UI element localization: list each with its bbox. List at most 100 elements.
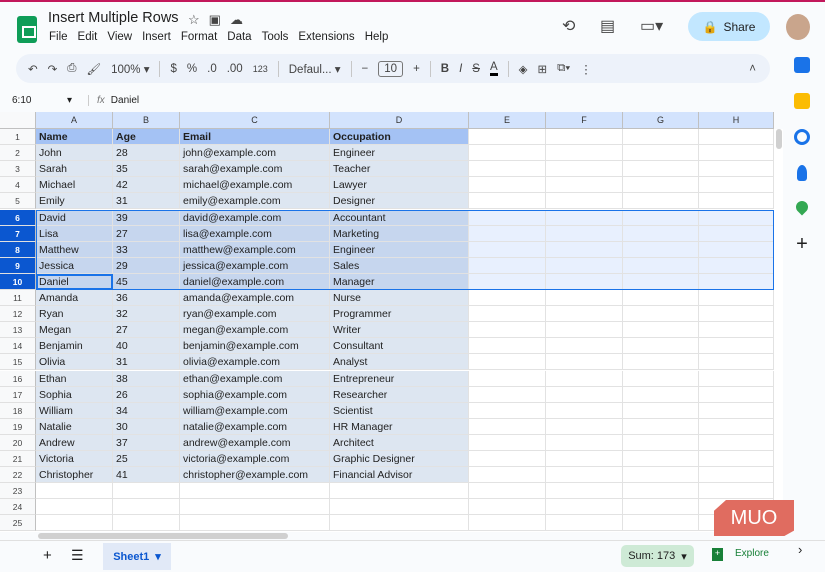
undo-icon[interactable]: ↶ [28,62,38,76]
row-header[interactable]: 15 [0,354,36,371]
cell[interactable] [546,290,623,307]
cell[interactable] [623,241,699,258]
horizontal-scrollbar[interactable] [38,533,288,539]
column-header-c[interactable]: C [180,112,330,129]
column-header-b[interactable]: B [113,112,180,129]
row-header[interactable]: 5 [0,193,36,210]
spreadsheet-grid[interactable]: A B C D E F G H 1 Name Age Email Occupation 2 John 28 jo… [0,112,774,532]
cell[interactable] [623,499,699,516]
cell[interactable]: Researcher [330,386,469,403]
menu-file[interactable]: File [49,31,68,43]
cell[interactable]: 45 [113,273,180,290]
cell[interactable] [623,515,699,532]
borders-icon[interactable]: ⊞ [538,62,548,76]
cell[interactable] [180,499,330,516]
cell[interactable] [623,177,699,194]
menu-tools[interactable]: Tools [262,31,289,43]
menu-format[interactable]: Format [181,31,217,43]
cell[interactable]: emily@example.com [180,193,330,210]
calendar-icon[interactable] [794,57,810,73]
cell[interactable]: 30 [113,418,180,435]
menu-data[interactable]: Data [227,31,251,43]
row-header[interactable]: 25 [0,515,36,532]
column-header-h[interactable]: H [699,112,774,129]
cell[interactable] [623,386,699,403]
cell[interactable] [469,354,546,371]
cell[interactable]: 33 [113,241,180,258]
column-header-g[interactable]: G [623,112,699,129]
cell[interactable] [36,483,113,500]
version-history-icon[interactable]: ⟲ [562,16,575,36]
cell[interactable]: lisa@example.com [180,225,330,242]
menu-help[interactable]: Help [365,31,389,43]
row-header[interactable]: 19 [0,418,36,435]
cell[interactable] [623,483,699,500]
cell[interactable]: John [36,145,113,162]
cell[interactable] [36,499,113,516]
cell[interactable]: 29 [113,257,180,274]
row-header[interactable]: 21 [0,451,36,468]
cell[interactable]: 27 [113,225,180,242]
menu-insert[interactable]: Insert [142,31,171,43]
header-cell[interactable] [699,129,774,146]
cell[interactable]: Olivia [36,354,113,371]
cell[interactable] [546,499,623,516]
cell[interactable]: 28 [113,145,180,162]
cell[interactable] [623,322,699,339]
cell[interactable]: andrew@example.com [180,434,330,451]
row-header[interactable]: 8 [0,241,36,258]
cell[interactable] [623,257,699,274]
cell[interactable] [469,241,546,258]
all-sheets-icon[interactable]: ☰ [71,547,84,564]
cell[interactable]: Nurse [330,290,469,307]
decrease-font-icon[interactable]: − [362,63,369,75]
cell[interactable]: 25 [113,451,180,468]
more-formats-button[interactable]: 123 [253,64,268,74]
cell[interactable]: michael@example.com [180,177,330,194]
redo-icon[interactable]: ↷ [48,62,58,76]
formula-input[interactable]: Daniel [111,95,139,106]
cell[interactable] [180,515,330,532]
cell[interactable] [546,225,623,242]
cell[interactable] [699,434,774,451]
cell[interactable] [546,467,623,484]
cell[interactable] [36,515,113,532]
name-box[interactable]: 6:10 ▾ [0,95,80,106]
cell[interactable] [546,177,623,194]
cell[interactable]: ethan@example.com [180,370,330,387]
cell[interactable]: Benjamin [36,338,113,355]
cloud-status-icon[interactable]: ☁ [230,12,252,27]
cell[interactable] [699,483,774,500]
cell[interactable]: Graphic Designer [330,451,469,468]
add-addon-icon[interactable]: + [796,233,808,256]
menu-edit[interactable]: Edit [78,31,98,43]
cell[interactable] [546,273,623,290]
sheets-logo[interactable] [17,16,37,43]
cell[interactable]: Architect [330,434,469,451]
header-cell[interactable]: Email [180,129,330,146]
cell[interactable]: Andrew [36,434,113,451]
cell[interactable]: 36 [113,290,180,307]
column-header-f[interactable]: F [546,112,623,129]
cell[interactable] [469,145,546,162]
increase-decimal-button[interactable]: .00 [227,63,243,75]
sum-indicator[interactable]: Sum: 173 ▾ [621,545,694,567]
cell[interactable] [699,273,774,290]
cell[interactable] [623,306,699,323]
header-cell[interactable]: Occupation [330,129,469,146]
cell[interactable]: jessica@example.com [180,257,330,274]
cell[interactable] [469,451,546,468]
star-icon[interactable]: ☆ [188,12,209,27]
header-cell[interactable]: Name [36,129,113,146]
cell[interactable] [546,209,623,226]
row-header[interactable]: 6 [0,209,36,226]
paint-format-icon[interactable]: 🖌 [86,62,101,76]
cell[interactable]: Analyst [330,354,469,371]
share-button[interactable]: 🔒 Share [688,12,770,41]
italic-button[interactable]: I [459,63,462,75]
cell[interactable]: 32 [113,306,180,323]
cell[interactable] [699,402,774,419]
cell[interactable] [623,402,699,419]
cell[interactable]: Matthew [36,241,113,258]
collapse-toolbar-icon[interactable]: ˄ [749,63,756,75]
